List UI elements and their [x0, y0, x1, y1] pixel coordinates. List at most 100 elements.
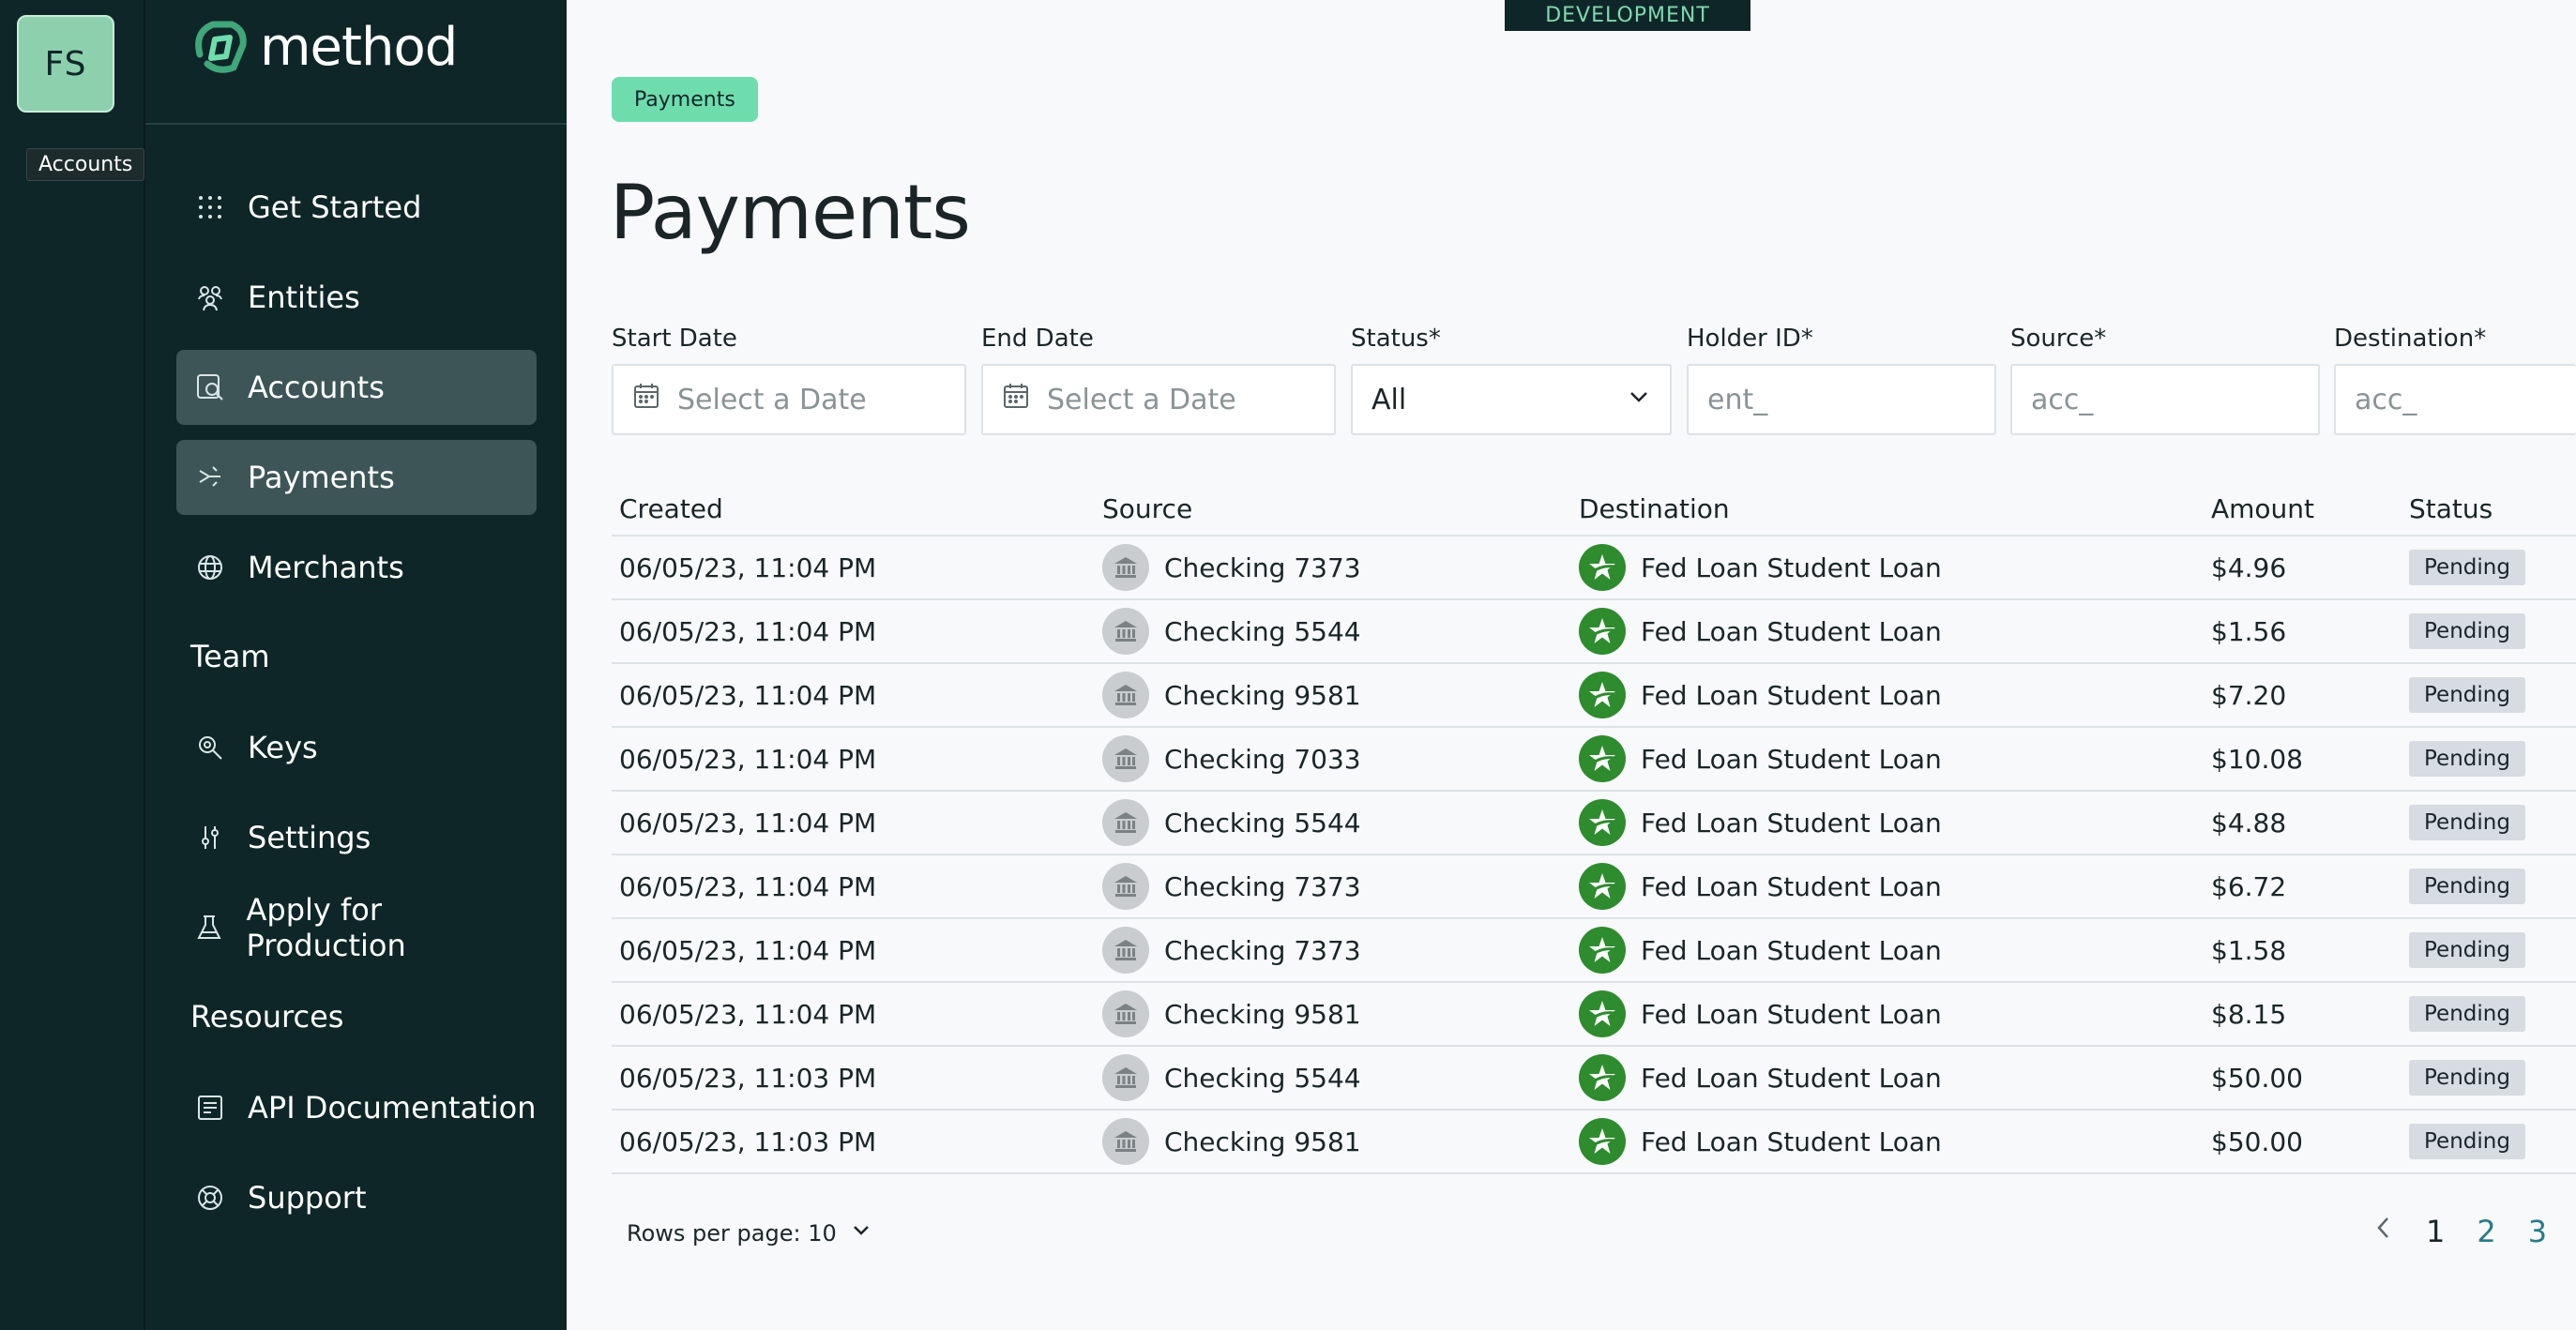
destination-cell: Fed Loan Student Loan [1579, 600, 1942, 662]
destination-label: Fed Loan Student Loan [1641, 807, 1942, 839]
sidebar-item-settings[interactable]: Settings [176, 800, 537, 875]
rows-per-page-select[interactable]: Rows per page: 10 [627, 1219, 872, 1247]
table-row[interactable]: 06/05/23, 11:04 PM Checking 7373 Fed Loa… [612, 855, 2576, 919]
sidebar-item-keys[interactable]: Keys [176, 710, 537, 785]
end-date-filter: End Date Select a Date [981, 325, 1336, 435]
created-cell: 06/05/23, 11:03 PM [619, 1126, 877, 1157]
source-label: Checking 5544 [1164, 615, 1361, 647]
destination-label: Fed Loan Student Loan [1641, 1126, 1942, 1157]
sidebar-item-label: Payments [248, 460, 395, 495]
destination-label: Fed Loan Student Loan [1641, 743, 1942, 775]
status-cell: Pending [2409, 664, 2525, 726]
table-body: 06/05/23, 11:04 PM Checking 7373 Fed Loa… [612, 537, 2576, 1174]
created-cell: 06/05/23, 11:04 PM [619, 552, 877, 583]
amount-cell: $1.56 [2211, 615, 2287, 647]
destination-input[interactable]: acc_ [2334, 364, 2576, 435]
holder-id-input[interactable]: ent_ [1687, 364, 1996, 435]
grid-dots-icon [195, 192, 225, 222]
brand-logo[interactable]: method [190, 13, 458, 81]
destination-cell: Fed Loan Student Loan [1579, 855, 1942, 917]
calendar-icon [1002, 382, 1030, 417]
status-cell: Pending [2409, 537, 2525, 598]
source-input[interactable]: acc_ [2010, 364, 2320, 435]
sidebar-item-label: Accounts [248, 370, 385, 405]
fedloan-logo-icon [1579, 863, 1626, 910]
source-placeholder: acc_ [2031, 383, 2094, 416]
table-row[interactable]: 06/05/23, 11:04 PM Checking 9581 Fed Loa… [612, 983, 2576, 1047]
column-header-destination[interactable]: Destination [1579, 493, 1730, 524]
table-row[interactable]: 06/05/23, 11:03 PM Checking 5544 Fed Loa… [612, 1047, 2576, 1111]
workspace-avatar[interactable]: FS [17, 15, 114, 113]
source-label: Checking 9581 [1164, 679, 1361, 711]
table-row[interactable]: 06/05/23, 11:04 PM Checking 5544 Fed Loa… [612, 600, 2576, 664]
table-row[interactable]: 06/05/23, 11:04 PM Checking 5544 Fed Loa… [612, 792, 2576, 855]
sidebar-item-accounts[interactable]: Accounts [176, 350, 537, 425]
sidebar-item-label: Keys [248, 730, 318, 765]
amount-cell: $6.72 [2211, 870, 2287, 902]
holder-id-filter: Holder ID* ent_ [1687, 325, 1996, 435]
destination-label: Fed Loan Student Loan [1641, 1062, 1942, 1094]
destination-cell: Fed Loan Student Loan [1579, 664, 1942, 726]
amount-cell: $7.20 [2211, 679, 2287, 711]
table-row[interactable]: 06/05/23, 11:04 PM Checking 7033 Fed Loa… [612, 728, 2576, 792]
sidebar-item-payments[interactable]: Payments [176, 440, 537, 515]
page-button-1[interactable]: 1 [2426, 1214, 2445, 1249]
table-row[interactable]: 06/05/23, 11:04 PM Checking 9581 Fed Loa… [612, 664, 2576, 728]
column-header-source[interactable]: Source [1102, 493, 1192, 524]
sidebar-divider [145, 123, 567, 125]
sidebar-item-get-started[interactable]: Get Started [176, 170, 537, 245]
created-cell: 06/05/23, 11:04 PM [619, 998, 877, 1030]
sidebar-item-entities[interactable]: Entities [176, 260, 537, 335]
status-filter: Status* All [1351, 325, 1672, 435]
status-badge: Pending [2409, 869, 2525, 904]
source-label: Checking 5544 [1164, 1062, 1361, 1094]
page-button-3[interactable]: 3 [2528, 1214, 2547, 1249]
destination-placeholder: acc_ [2355, 383, 2417, 416]
start-date-field[interactable]: Select a Date [612, 364, 966, 435]
table-row[interactable]: 06/05/23, 11:04 PM Checking 7373 Fed Loa… [612, 537, 2576, 600]
breadcrumb[interactable]: Payments [612, 77, 758, 122]
bank-icon [1102, 1054, 1149, 1101]
destination-label: Fed Loan Student Loan [1641, 934, 1942, 966]
status-badge: Pending [2409, 1124, 2525, 1159]
payments-table: Created Source Destination Amount Status… [612, 484, 2576, 1174]
column-header-created[interactable]: Created [619, 493, 723, 524]
table-row[interactable]: 06/05/23, 11:03 PM Checking 9581 Fed Loa… [612, 1111, 2576, 1174]
bank-icon [1102, 544, 1149, 591]
flask-icon [195, 913, 223, 943]
chevron-left-icon[interactable] [2373, 1214, 2394, 1249]
sidebar-item-merchants[interactable]: Merchants [176, 530, 537, 605]
destination-cell: Fed Loan Student Loan [1579, 919, 1942, 981]
document-icon [195, 1093, 225, 1123]
status-cell: Pending [2409, 855, 2525, 917]
table-row[interactable]: 06/05/23, 11:04 PM Checking 7373 Fed Loa… [612, 919, 2576, 983]
key-search-icon [195, 733, 225, 763]
sidebar-item-support[interactable]: Support [176, 1160, 537, 1235]
status-cell: Pending [2409, 728, 2525, 790]
source-cell: Checking 5544 [1102, 1047, 1361, 1109]
status-select[interactable]: All [1351, 364, 1672, 435]
source-label: Checking 5544 [1164, 807, 1361, 839]
end-date-field[interactable]: Select a Date [981, 364, 1336, 435]
destination-cell: Fed Loan Student Loan [1579, 792, 1942, 854]
source-cell: Checking 7373 [1102, 855, 1361, 917]
source-filter: Source* acc_ [2010, 325, 2320, 435]
page-button-2[interactable]: 2 [2477, 1214, 2495, 1249]
workspace-rail: FS Accounts [0, 0, 145, 1330]
sidebar-item-api-documentation[interactable]: API Documentation [176, 1070, 537, 1145]
source-cell: Checking 5544 [1102, 792, 1361, 854]
source-label: Checking 9581 [1164, 998, 1361, 1030]
destination-label: Fed Loan Student Loan [1641, 870, 1942, 902]
fedloan-logo-icon [1579, 927, 1626, 974]
column-header-status[interactable]: Status [2409, 493, 2493, 524]
bank-icon [1102, 735, 1149, 782]
column-header-amount[interactable]: Amount [2211, 493, 2314, 524]
tooltip: Accounts [26, 148, 145, 181]
fedloan-logo-icon [1579, 608, 1626, 655]
fedloan-logo-icon [1579, 1054, 1626, 1101]
status-cell: Pending [2409, 1047, 2525, 1109]
brand-name: method [260, 16, 458, 78]
sidebar-item-apply-for-production[interactable]: Apply for Production [176, 890, 537, 965]
end-date-label: End Date [981, 325, 1094, 353]
destination-label: Fed Loan Student Loan [1641, 552, 1942, 583]
